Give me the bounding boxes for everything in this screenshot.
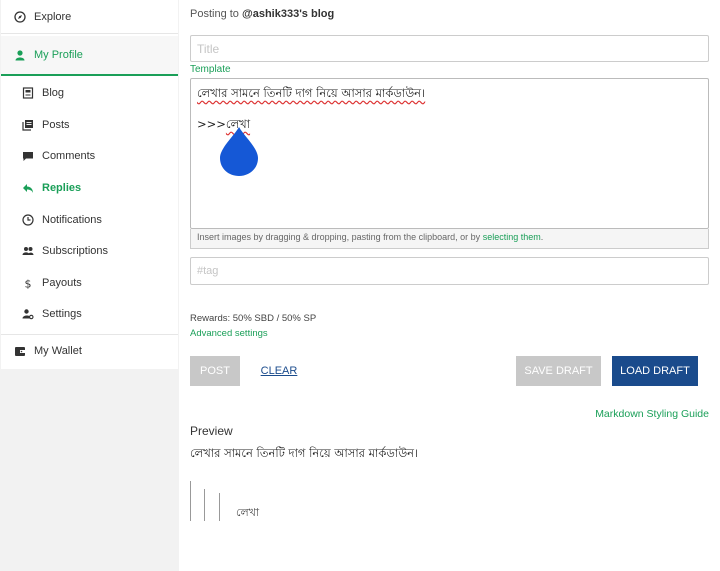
- sidebar-item-label: Explore: [34, 10, 72, 23]
- posts-icon: [21, 118, 35, 132]
- load-draft-button[interactable]: Load Draft: [612, 356, 698, 386]
- user-icon: [13, 48, 27, 62]
- template-label: Template: [190, 64, 231, 75]
- comments-icon: [21, 149, 35, 163]
- blockquote-bar: [204, 489, 205, 521]
- sidebar-item-subscriptions[interactable]: Subscriptions: [1, 236, 178, 266]
- sidebar-panel: Explore My Profile Blog Posts Comments R…: [1, 0, 178, 369]
- sidebar-item-comments[interactable]: Comments: [1, 141, 178, 171]
- posting-blog-name: @ashik333's blog: [241, 8, 335, 20]
- sidebar-item-replies[interactable]: Replies: [1, 173, 178, 203]
- user-cog-icon: [21, 307, 35, 321]
- blockquote-bar: [190, 481, 191, 521]
- svg-text:$: $: [25, 278, 32, 290]
- image-drop-hint: Insert images by dragging & dropping, pa…: [190, 229, 709, 249]
- sidebar-item-posts[interactable]: Posts: [1, 110, 178, 140]
- post-button[interactable]: Post: [190, 356, 240, 386]
- sidebar-item-notifications[interactable]: Notifications: [1, 205, 178, 235]
- sidebar-item-label: Subscriptions: [42, 245, 109, 257]
- body-line-2: >>>লেখা: [197, 116, 702, 135]
- sidebar-item-blog[interactable]: Blog: [1, 78, 178, 108]
- sidebar-item-label: Blog: [42, 87, 65, 99]
- blockquote-bar: [219, 493, 220, 521]
- sidebar-item-label: Payouts: [42, 277, 82, 289]
- drop-hint-period: .: [540, 232, 544, 242]
- clock-icon: [21, 213, 35, 227]
- sidebar-item-label: Posts: [42, 119, 70, 131]
- sidebar-item-label: Comments: [42, 150, 96, 162]
- sidebar-item-my-profile[interactable]: My Profile: [1, 36, 178, 76]
- sidebar-item-label: My Wallet: [34, 344, 82, 357]
- preview-text: লেখার সামনে তিনটি দাগ নিয়ে আসার মার্কডা…: [190, 446, 419, 460]
- sidebar-item-label: My Profile: [34, 49, 83, 61]
- select-images-link[interactable]: selecting them: [483, 232, 541, 242]
- blog-icon: [21, 86, 35, 100]
- sidebar: Explore My Profile Blog Posts Comments R…: [0, 0, 179, 571]
- posting-to-label: Posting to @ashik333's blog: [190, 8, 334, 20]
- compass-icon: [13, 10, 27, 24]
- drop-hint-text: Insert images by dragging & dropping, pa…: [197, 232, 481, 242]
- dollar-icon: $: [21, 276, 35, 290]
- editor-panel: Posting to @ashik333's blog Template লেখ…: [179, 0, 720, 571]
- sidebar-item-label: Settings: [42, 308, 82, 320]
- replies-icon: [21, 181, 35, 195]
- rewards-text: Rewards: 50% SBD / 50% SP: [190, 313, 317, 324]
- advanced-settings-link[interactable]: Advanced settings: [190, 328, 268, 339]
- preview-heading: Preview: [190, 424, 233, 438]
- sidebar-item-payouts[interactable]: $ Payouts: [1, 268, 178, 298]
- wallet-icon: [13, 344, 27, 358]
- sidebar-item-settings[interactable]: Settings: [1, 299, 178, 329]
- body-editor[interactable]: লেখার সামনে তিনটি দাগ নিয়ে আসার মার্কডা…: [190, 78, 709, 229]
- sidebar-item-label: Notifications: [42, 214, 102, 226]
- sidebar-item-explore[interactable]: Explore: [1, 0, 178, 34]
- drag-cursor-icon: [220, 127, 258, 176]
- save-draft-button[interactable]: Save Draft: [516, 356, 601, 386]
- body-line-1: লেখার সামনে তিনটি দাগ নিয়ে আসার মার্কডা…: [197, 86, 426, 100]
- users-icon: [21, 244, 35, 258]
- clear-button[interactable]: Clear: [253, 356, 305, 386]
- markdown-guide-link[interactable]: Markdown Styling Guide: [595, 408, 709, 420]
- sidebar-item-my-wallet[interactable]: My Wallet: [1, 334, 178, 366]
- tag-input[interactable]: [190, 257, 709, 285]
- sidebar-item-label: Replies: [42, 182, 82, 194]
- preview-quote-text: লেখা: [236, 506, 260, 519]
- posting-prefix: Posting to: [190, 8, 239, 20]
- title-input[interactable]: [190, 35, 709, 62]
